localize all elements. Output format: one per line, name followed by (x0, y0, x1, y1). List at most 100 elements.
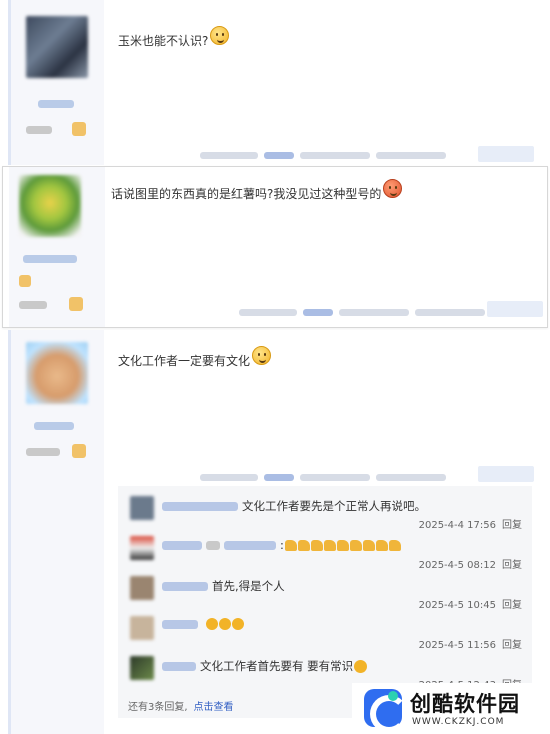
thumbs-up-icon (362, 539, 375, 551)
comment-username[interactable] (162, 501, 238, 511)
thumbs-up-icon (310, 539, 323, 551)
comment-line: 首先,得是个人 (162, 578, 285, 594)
comment-meta: 2025-4-4 17:56 回复 (419, 516, 522, 531)
meta-item (300, 151, 370, 159)
level-badge (26, 448, 60, 456)
meta-item (339, 308, 409, 316)
comment-reply-link[interactable]: 回复 (502, 600, 522, 611)
post-meta (239, 307, 485, 317)
post-1: 玉米也能不认识? (0, 0, 550, 165)
comment-username[interactable] (162, 619, 198, 629)
meta-item (415, 308, 485, 316)
comment-username[interactable] (162, 661, 196, 671)
panel-edge (8, 0, 11, 165)
level-icon (19, 275, 31, 287)
comment-avatar[interactable] (130, 576, 154, 600)
crying-emoji-icon (206, 618, 218, 630)
grin-emoji-icon (252, 346, 272, 365)
thread-page: 玉米也能不认识? 话说图里的东西真的是红薯吗?我没见过这种型号的 文化工作者一定… (0, 0, 550, 734)
comment-meta: 2025-4-5 08:12 回复 (419, 556, 522, 571)
crying-emoji-icon (219, 618, 231, 630)
comment-username[interactable] (206, 540, 220, 550)
crying-emoji-icon (232, 618, 244, 630)
report-link[interactable] (303, 308, 333, 316)
smile-emoji-icon (354, 659, 368, 673)
meta-item (300, 473, 370, 481)
comment-reply-link[interactable]: 回复 (502, 560, 522, 571)
comment-avatar[interactable] (130, 496, 154, 520)
comment-avatar[interactable] (130, 656, 154, 680)
author-panel (8, 330, 104, 734)
comment-username[interactable] (224, 540, 276, 550)
comment-line: 文化工作者要先是个正常人再说吧。 (162, 498, 426, 514)
comment-line (162, 618, 244, 630)
comment-text: 文化工作者要先是个正常人再说吧。 (242, 499, 426, 513)
thumbs-up-icon (284, 539, 297, 551)
smile-emoji-icon (210, 26, 230, 45)
meta-item (376, 473, 446, 481)
comment-time: 2025-4-5 11:56 (418, 640, 496, 651)
comment-item: 文化工作者要先是个正常人再说吧。 2025-4-4 17:56 回复 (118, 494, 532, 534)
post-text: 玉米也能不认识? (118, 34, 209, 48)
comment-line: : (162, 538, 401, 552)
comment-line: 文化工作者首先要有 要有常识 (162, 658, 368, 674)
comment-reply-link[interactable]: 回复 (502, 640, 522, 651)
comment-meta: 2025-4-5 10:45 回复 (419, 596, 522, 611)
reply-button[interactable] (478, 146, 534, 162)
author-panel (8, 0, 104, 165)
more-replies: 还有3条回复, 点击查看 (128, 698, 234, 713)
comment-item: 2025-4-5 11:56 回复 (118, 614, 532, 654)
level-icon (72, 122, 86, 136)
meta-item (200, 151, 258, 159)
username[interactable] (23, 255, 77, 263)
comment-avatar[interactable] (130, 616, 154, 640)
username[interactable] (34, 422, 74, 430)
post-content: 玉米也能不认识? (118, 26, 230, 51)
panel-edge (8, 330, 11, 734)
level-icon (72, 444, 86, 458)
post-text: 文化工作者一定要有文化 (118, 354, 251, 368)
post-meta (200, 150, 446, 160)
comment-time: 2025-4-5 10:45 (418, 600, 496, 611)
comment-item: 首先,得是个人 2025-4-5 10:45 回复 (118, 574, 532, 614)
thumbs-up-icon (336, 539, 349, 551)
post-content: 话说图里的东西真的是红薯吗?我没见过这种型号的 (111, 179, 403, 204)
thumbs-up-icon (323, 539, 336, 551)
post-meta (200, 472, 446, 482)
report-link[interactable] (264, 151, 294, 159)
comment-time: 2025-4-5 08:12 (418, 560, 496, 571)
avatar[interactable] (19, 175, 81, 237)
comment-time: 2025-4-4 17:56 (418, 520, 496, 531)
view-more-link[interactable]: 点击查看 (194, 702, 234, 713)
comment-meta: 2025-4-5 11:56 回复 (419, 636, 522, 651)
site-watermark: 创酷软件园 WWW.CKZKJ.COM (352, 683, 550, 734)
comment-item: : 2025-4-5 08:12 回复 (118, 534, 532, 574)
comment-text: 文化工作者首先要有 要有常识 (200, 659, 354, 673)
meta-item (239, 308, 297, 316)
watermark-title: 创酷软件园 (410, 692, 520, 716)
post-text: 话说图里的东西真的是红薯吗?我没见过这种型号的 (111, 187, 382, 201)
watermark-url: WWW.CKZKJ.COM (412, 717, 505, 727)
reply-button[interactable] (478, 466, 534, 482)
meta-item (376, 151, 446, 159)
tongue-emoji-icon (383, 179, 403, 198)
author-panel (9, 167, 105, 327)
reply-button[interactable] (487, 301, 543, 317)
thumbs-up-icon (375, 539, 388, 551)
avatar[interactable] (26, 16, 88, 78)
comment-reply-link[interactable]: 回复 (502, 520, 522, 531)
level-badge (19, 301, 47, 309)
username[interactable] (38, 100, 74, 108)
comment-username[interactable] (162, 581, 208, 591)
meta-item (200, 473, 258, 481)
comment-text: 首先,得是个人 (212, 579, 285, 593)
report-link[interactable] (264, 473, 294, 481)
comment-username[interactable] (162, 540, 202, 550)
post-2: 话说图里的东西真的是红薯吗?我没见过这种型号的 (2, 166, 548, 328)
thumbs-up-icon (297, 539, 310, 551)
comment-text: : (280, 538, 284, 552)
post-content: 文化工作者一定要有文化 (118, 346, 272, 371)
comment-avatar[interactable] (130, 536, 154, 560)
avatar[interactable] (26, 342, 88, 404)
level-icon (69, 297, 83, 311)
